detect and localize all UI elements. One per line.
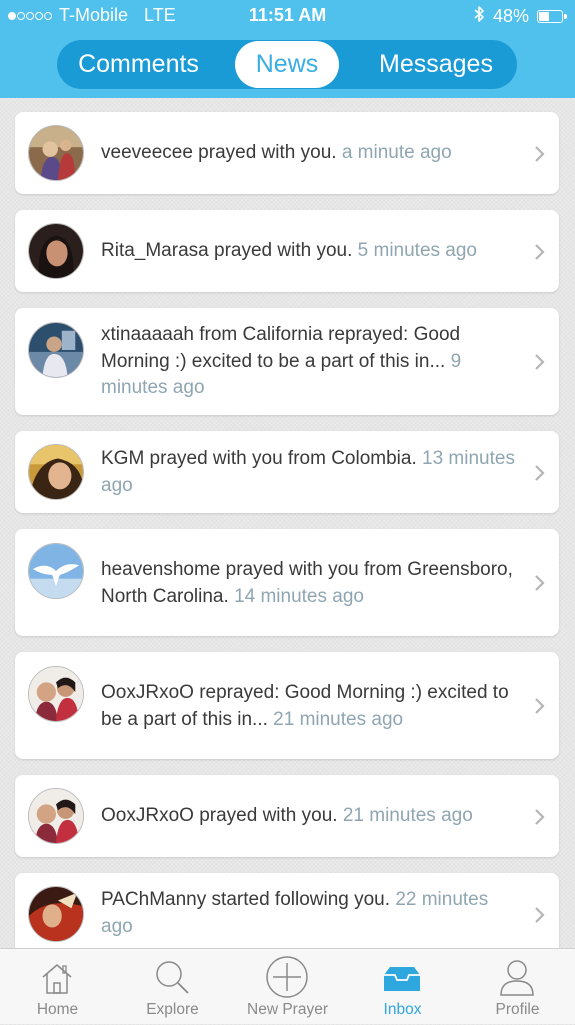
segment-news[interactable]: News xyxy=(235,41,339,88)
feed-item[interactable]: KGM prayed with you from Colombia. 13 mi… xyxy=(15,431,559,513)
battery-icon xyxy=(537,10,567,23)
feed-item[interactable]: OoxJRxoO prayed with you. 21 minutes ago xyxy=(15,775,559,857)
tab-explore[interactable]: Explore xyxy=(115,949,230,1025)
tab-label: Home xyxy=(36,1001,79,1018)
feed-message: prayed with you from Colombia. xyxy=(144,448,423,469)
feed-username: xtinaaaaah xyxy=(101,324,194,345)
feed-timestamp: 14 minutes ago xyxy=(234,585,364,607)
feed-username: veeveecee xyxy=(101,142,193,163)
chevron-right-icon xyxy=(531,352,547,372)
tab-new-prayer[interactable]: New Prayer xyxy=(230,949,345,1025)
avatar xyxy=(28,886,84,942)
tab-label: Profile xyxy=(495,1001,540,1018)
inbox-segmented-control: Comments News Messages xyxy=(57,40,517,89)
status-bar: T-Mobile LTE 11:51 AM 48% xyxy=(0,0,575,32)
tab-inbox[interactable]: Inbox xyxy=(345,949,460,1025)
tab-label: Inbox xyxy=(383,1001,422,1018)
chevron-right-icon xyxy=(531,696,547,716)
feed-timestamp: 21 minutes ago xyxy=(273,708,404,730)
chevron-right-icon xyxy=(531,144,547,164)
feed-item[interactable]: PAChManny started following you. 22 minu… xyxy=(15,873,559,948)
avatar xyxy=(28,788,84,844)
chevron-right-icon xyxy=(531,463,547,483)
inbox-icon xyxy=(382,957,422,997)
feed-username: PAChManny xyxy=(101,889,207,910)
feed-timestamp: a minute ago xyxy=(341,142,452,163)
feed-timestamp: 5 minutes ago xyxy=(357,240,477,261)
chevron-right-icon xyxy=(531,242,547,262)
avatar xyxy=(28,223,84,279)
avatar xyxy=(28,125,84,181)
home-icon xyxy=(37,957,77,997)
tab-label: New Prayer xyxy=(247,1001,328,1018)
avatar xyxy=(28,322,84,378)
segment-messages[interactable]: Messages xyxy=(355,40,517,89)
feed-message: prayed with you. xyxy=(193,805,343,826)
feed-username: heavenshome xyxy=(101,559,221,580)
profile-icon xyxy=(497,957,537,997)
tab-bar: Home Explore New Prayer Inbox Profile xyxy=(0,948,575,1024)
tab-label: Explore xyxy=(146,1001,199,1018)
feed-item[interactable]: veeveecee prayed with you. a minute ago xyxy=(15,112,559,194)
battery-percent: 48% xyxy=(492,6,529,26)
avatar xyxy=(28,543,84,599)
tab-home[interactable]: Home xyxy=(0,949,115,1025)
feed-item[interactable]: OoxJRxoO reprayed: Good Morning :) excit… xyxy=(15,652,559,759)
feed-username: OoxJRxoO xyxy=(101,805,194,826)
feed-item[interactable]: xtinaaaaah from California reprayed: Goo… xyxy=(15,308,559,415)
plus-circle-icon xyxy=(266,956,308,998)
feed-item[interactable]: heavenshome prayed with you from Greensb… xyxy=(15,529,559,636)
tab-profile[interactable]: Profile xyxy=(460,949,575,1025)
avatar xyxy=(28,444,84,500)
feed-message: prayed with you. xyxy=(192,142,342,163)
feed-username: OoxJRxoO xyxy=(101,682,194,703)
bluetooth-icon xyxy=(473,5,485,28)
segment-comments[interactable]: Comments xyxy=(57,40,220,89)
chevron-right-icon xyxy=(531,573,547,593)
chevron-right-icon xyxy=(531,807,547,827)
feed-username: KGM xyxy=(101,448,145,469)
feed-username: Rita_Marasa xyxy=(101,240,209,261)
header: T-Mobile LTE 11:51 AM 48% Comments News … xyxy=(0,0,575,98)
chevron-right-icon xyxy=(531,905,547,925)
feed-timestamp: 21 minutes ago xyxy=(342,805,473,826)
news-feed: veeveecee prayed with you. a minute ago … xyxy=(0,98,575,948)
feed-message: prayed with you. xyxy=(208,240,358,261)
avatar xyxy=(28,666,84,722)
feed-message: started following you. xyxy=(206,889,396,910)
feed-item[interactable]: Rita_Marasa prayed with you. 5 minutes a… xyxy=(15,210,559,292)
search-icon xyxy=(152,957,192,997)
